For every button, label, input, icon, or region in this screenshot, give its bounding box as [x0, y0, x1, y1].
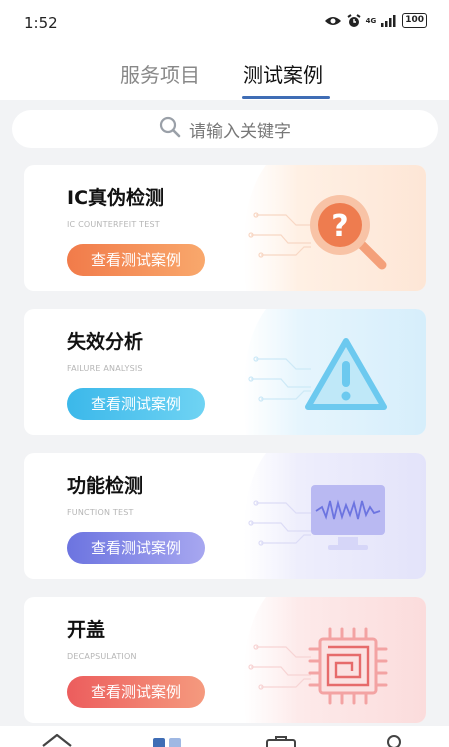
svg-text:?: ?: [331, 209, 348, 244]
card-title: 开盖: [67, 619, 106, 641]
search-input[interactable]: 请输入关键字: [12, 110, 438, 148]
warning-triangle-icon: [304, 337, 388, 415]
case-card-function-test[interactable]: 功能检测 FUNCTION TEST 查看测试案例: [24, 453, 426, 579]
chip-maze-icon: [308, 625, 388, 711]
briefcase-icon[interactable]: [265, 734, 297, 747]
card-subtitle: DECAPSULATION: [67, 652, 137, 661]
signal-icon: [381, 14, 397, 27]
tab-bar: 服务项目 测试案例: [0, 60, 449, 100]
profile-icon[interactable]: [382, 733, 406, 747]
status-icons: 4G 100: [324, 13, 427, 28]
eye-icon: [324, 15, 342, 27]
view-cases-button[interactable]: 查看测试案例: [67, 676, 205, 708]
card-subtitle: FAILURE ANALYSIS: [67, 364, 143, 373]
header: 1:52 4G 100 服务项目 测试案例: [0, 0, 449, 100]
case-card-ic-counterfeit[interactable]: ? IC真伪检测 IC COUNTERFEIT TEST 查看测试案例: [24, 165, 426, 291]
status-time: 1:52: [24, 14, 58, 32]
question-magnifier-icon: ?: [306, 191, 390, 275]
view-cases-button[interactable]: 查看测试案例: [67, 244, 205, 276]
card-title: 功能检测: [67, 475, 144, 497]
alarm-icon: [347, 13, 361, 28]
view-cases-button[interactable]: 查看测试案例: [67, 532, 205, 564]
search-placeholder: 请输入关键字: [189, 121, 291, 142]
view-cases-button[interactable]: 查看测试案例: [67, 388, 205, 420]
active-tab-indicator: [242, 96, 330, 99]
card-subtitle: IC COUNTERFEIT TEST: [67, 220, 160, 229]
search-icon: [159, 116, 181, 142]
case-card-failure-analysis[interactable]: 失效分析 FAILURE ANALYSIS 查看测试案例: [24, 309, 426, 435]
tab-test-cases[interactable]: 测试案例: [243, 60, 323, 90]
card-title: 失效分析: [67, 331, 144, 353]
network-label: 4G: [365, 16, 377, 25]
battery-indicator: 100: [402, 13, 427, 28]
grid-icon[interactable]: [153, 735, 183, 747]
waveform-monitor-icon: [308, 481, 388, 559]
bottom-nav: [0, 726, 449, 747]
card-subtitle: FUNCTION TEST: [67, 508, 134, 517]
card-title: IC真伪检测: [67, 187, 165, 209]
status-bar: 1:52 4G 100: [0, 0, 449, 46]
case-card-decapsulation[interactable]: 开盖 DECAPSULATION 查看测试案例: [24, 597, 426, 723]
home-icon[interactable]: [40, 732, 74, 747]
tab-services[interactable]: 服务项目: [120, 60, 200, 90]
